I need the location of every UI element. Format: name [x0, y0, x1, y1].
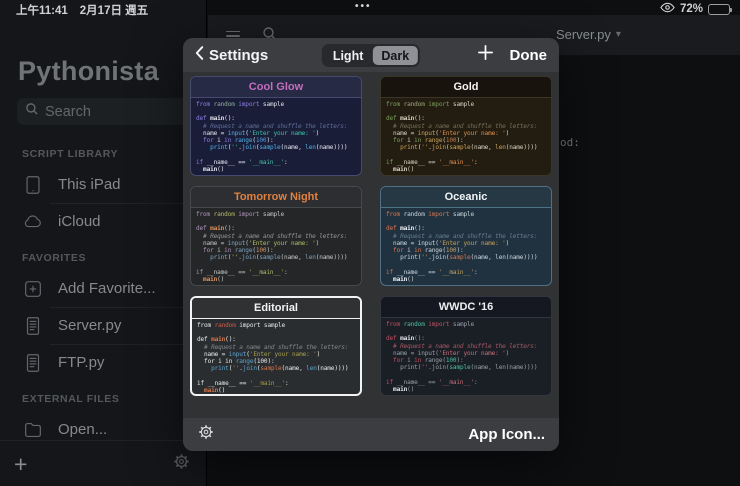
sidebar-item-label: FTP.py — [58, 354, 105, 371]
sidebar-item-label: Server.py — [58, 317, 122, 334]
appearance-segmented-control: Light Dark — [321, 44, 421, 67]
theme-name: WWDC '16 — [438, 301, 494, 313]
ipad-icon — [22, 174, 44, 196]
segment-dark[interactable]: Dark — [372, 46, 419, 65]
theme-name: Oceanic — [444, 191, 488, 203]
done-button[interactable]: Done — [510, 47, 548, 64]
theme-card-tomorrow-night[interactable]: Tomorrow Night from random import sample… — [190, 186, 362, 286]
folder-icon — [22, 419, 44, 441]
theme-card-cool-glow[interactable]: Cool Glow from random import sample def … — [190, 76, 362, 176]
sidebar-item-add-favorite[interactable]: Add Favorite... — [0, 270, 205, 307]
sidebar-section-header: EXTERNAL FILES — [22, 393, 120, 405]
theme-card-gold[interactable]: Gold from random import sample def main(… — [380, 76, 552, 176]
theme-code-preview: from random import sample def main(): # … — [196, 211, 348, 283]
theme-card-editorial[interactable]: Editorial from random import sample def … — [190, 296, 362, 396]
cloud-icon — [22, 211, 44, 233]
segment-light[interactable]: Light — [324, 46, 373, 65]
status-bar: 上午11:41 2月17日 週五 ••• 72% — [0, 0, 740, 18]
screen: Pythonista SCRIPT LIBRARY This iPad iCloud… — [0, 0, 740, 486]
modal-settings-gear-icon[interactable] — [197, 423, 215, 446]
theme-name: Gold — [453, 81, 479, 93]
sidebar-item-ftp-py[interactable]: FTP.py — [0, 344, 205, 381]
search-icon — [25, 102, 39, 121]
battery-icon — [708, 3, 732, 15]
date: 2月17日 週五 — [79, 5, 149, 17]
multitask-indicator[interactable]: ••• — [355, 1, 372, 12]
add-favorite-icon — [22, 278, 44, 300]
theme-code-preview: from random import sample def main(): # … — [386, 211, 538, 283]
editor-code-fragment: od: — [560, 136, 580, 149]
modal-footer: App Icon... — [183, 418, 559, 451]
clock: 上午11:41 — [16, 5, 68, 17]
theme-code-preview: from random import sample def main(): # … — [197, 322, 349, 394]
theme-code-preview: from random import sample def main(): # … — [196, 101, 348, 173]
script-file-icon — [22, 315, 44, 337]
modal-header: Settings Light Dark Done — [183, 38, 559, 72]
new-script-button[interactable]: + — [14, 452, 27, 475]
sidebar-section-header: SCRIPT LIBRARY — [22, 148, 119, 160]
theme-name: Tomorrow Night — [233, 191, 319, 203]
chevron-down-icon: ▾ — [615, 29, 621, 40]
sidebar-bottom-bar: + — [0, 440, 205, 486]
theme-name: Cool Glow — [248, 81, 304, 93]
app-title: Pythonista — [18, 56, 160, 86]
sidebar-item-label: Open... — [58, 421, 108, 438]
sidebar-item-this-ipad[interactable]: This iPad — [0, 166, 205, 203]
open-file-name: Server.py — [556, 27, 611, 42]
sidebar-section-header: FAVORITES — [22, 252, 87, 264]
back-to-settings-button[interactable]: Settings — [195, 45, 268, 65]
battery-percent: 72% — [679, 3, 703, 15]
sidebar-item-server-py[interactable]: Server.py — [0, 307, 205, 344]
sidebar-item-label: Add Favorite... — [58, 280, 156, 297]
chevron-left-icon — [195, 45, 204, 65]
back-button-label: Settings — [209, 46, 269, 64]
theme-name: Editorial — [253, 302, 298, 314]
sidebar-item-label: This iPad — [58, 176, 121, 193]
eye-icon — [660, 2, 675, 16]
open-file-tab[interactable]: Server.py ▾ — [556, 27, 621, 42]
sidebar: Pythonista SCRIPT LIBRARY This iPad iCloud… — [0, 0, 232, 486]
theme-code-preview: from random import sample def main(): # … — [386, 321, 538, 393]
app-icon-button[interactable]: App Icon... — [468, 426, 545, 443]
settings-modal: Settings Light Dark Done Cool Glow from … — [183, 38, 559, 451]
theme-card-wwdc-16[interactable]: WWDC '16 from random import sample def m… — [380, 296, 552, 396]
search-field[interactable] — [17, 98, 232, 125]
sidebar-settings-gear-icon[interactable] — [172, 452, 191, 476]
sidebar-item-label: iCloud — [58, 213, 101, 230]
theme-grid: Cool Glow from random import sample def … — [183, 72, 559, 418]
theme-card-oceanic[interactable]: Oceanic from random import sample def ma… — [380, 186, 552, 286]
sidebar-item-icloud[interactable]: iCloud — [0, 203, 205, 240]
script-file-icon — [22, 352, 44, 374]
add-theme-icon[interactable] — [477, 44, 494, 66]
theme-code-preview: from random import sample def main(): # … — [386, 101, 538, 173]
